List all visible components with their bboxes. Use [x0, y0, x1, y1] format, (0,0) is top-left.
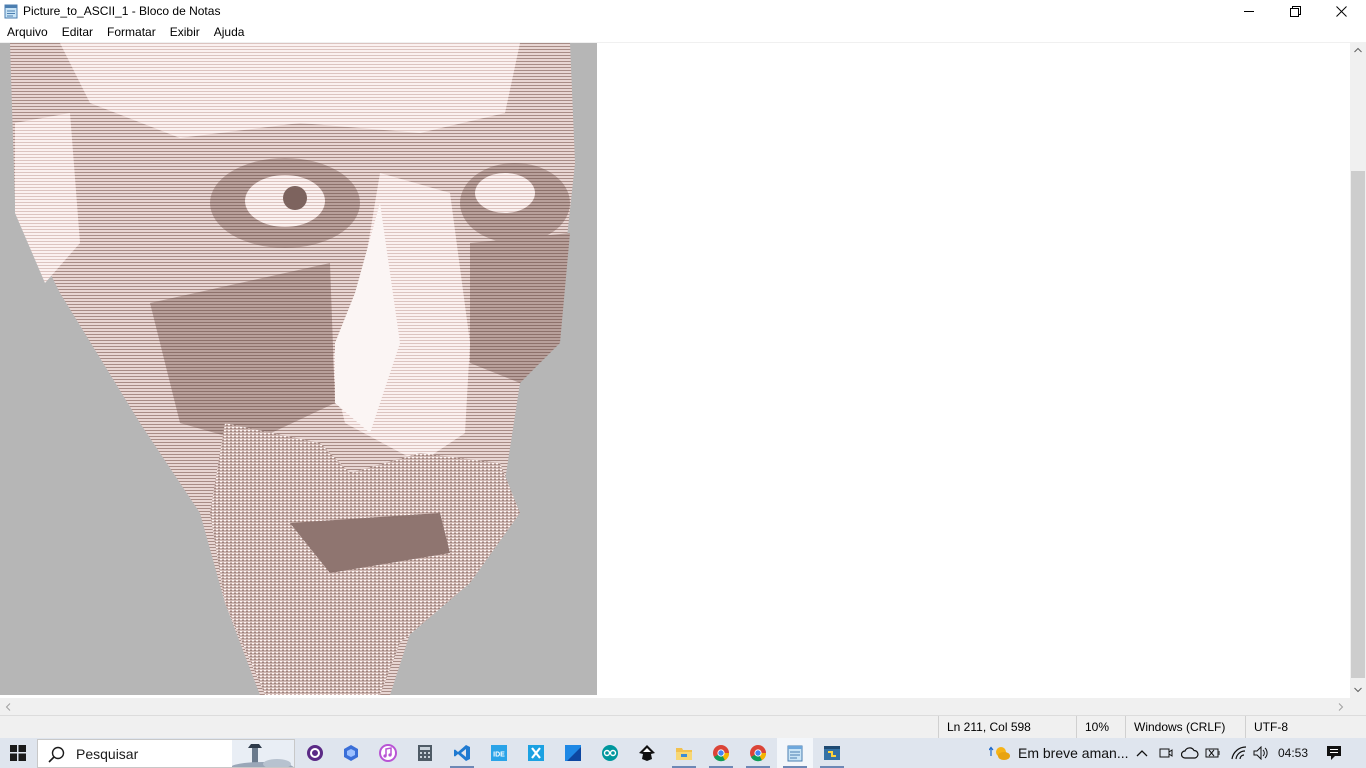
- line-ending: Windows (CRLF): [1125, 716, 1245, 739]
- scroll-down-arrow-icon[interactable]: [1354, 687, 1362, 693]
- horizontal-scrollbar[interactable]: [0, 698, 1350, 715]
- weather-text[interactable]: Em breve aman...: [1018, 745, 1129, 761]
- file-explorer-icon: [676, 748, 692, 760]
- chrome-profile-icon: [750, 745, 767, 762]
- taskbar-app-chrome-profile[interactable]: [740, 738, 776, 768]
- taskbar-app-notepad[interactable]: [777, 738, 813, 768]
- show-hidden-icons-button[interactable]: [1133, 738, 1151, 768]
- taskbar-search-box[interactable]: Pesquisar: [37, 739, 295, 768]
- menu-ajuda[interactable]: Ajuda: [207, 22, 252, 42]
- tray-device[interactable]: [1204, 738, 1224, 768]
- vertical-scroll-thumb[interactable]: [1351, 171, 1365, 678]
- close-button[interactable]: [1318, 0, 1364, 22]
- vertical-scrollbar[interactable]: [1350, 42, 1366, 698]
- text-editor-area[interactable]: [0, 42, 1350, 698]
- start-button[interactable]: [0, 738, 36, 768]
- chrome-icon: [713, 745, 730, 762]
- search-icon: [48, 746, 65, 763]
- scroll-left-arrow-icon[interactable]: [5, 703, 11, 711]
- tray-network[interactable]: [1230, 738, 1248, 768]
- taskbar-app-s[interactable]: [555, 738, 591, 768]
- taskbar-app-inkscape[interactable]: [629, 738, 665, 768]
- tray-meet-now[interactable]: [1157, 738, 1175, 768]
- weather-partly-sunny-icon: [989, 746, 1010, 760]
- minimize-icon: [1244, 11, 1254, 12]
- calculator-icon: [418, 745, 432, 761]
- taskbar-app-vscode[interactable]: [444, 738, 480, 768]
- menu-exibir[interactable]: Exibir: [163, 22, 207, 42]
- menu-bar: Arquivo Editar Formatar Exibir Ajuda: [0, 22, 1366, 42]
- title-bar[interactable]: Picture_to_ASCII_1 - Bloco de Notas: [0, 0, 1366, 22]
- window-title: Picture_to_ASCII_1 - Bloco de Notas: [23, 4, 221, 18]
- tray-volume[interactable]: [1252, 738, 1270, 768]
- vscode-icon: [454, 745, 470, 761]
- scroll-up-arrow-icon[interactable]: [1354, 47, 1362, 53]
- action-center-button[interactable]: [1322, 738, 1346, 768]
- ascii-art-portrait: [0, 43, 597, 695]
- svg-text:IDE: IDE: [493, 752, 505, 759]
- ide-icon: IDE: [491, 745, 507, 761]
- inkscape-icon: [639, 745, 655, 761]
- wifi-icon: [1231, 746, 1247, 760]
- taskbar-app-itunes[interactable]: [370, 738, 406, 768]
- status-bar: Ln 211, Col 598 10% Windows (CRLF) UTF-8: [0, 715, 1366, 739]
- notepad-icon: [787, 745, 803, 762]
- encoding: UTF-8: [1245, 716, 1366, 739]
- search-highlight-illustration: [232, 740, 294, 767]
- taskbar-app-ide[interactable]: IDE: [481, 738, 517, 768]
- menu-arquivo[interactable]: Arquivo: [0, 22, 55, 42]
- cloud-icon: [1181, 747, 1199, 759]
- speaker-volume-icon: [1253, 746, 1268, 760]
- close-icon: [1335, 5, 1347, 17]
- notifications-icon: [1327, 746, 1341, 760]
- obs-icon: [307, 745, 323, 761]
- taskbar-app-python-idle[interactable]: [814, 738, 850, 768]
- device-battery-icon: [1205, 748, 1220, 758]
- taskbar-app-calculator[interactable]: [407, 738, 443, 768]
- itunes-icon: [379, 744, 397, 762]
- windows-logo-icon: [10, 745, 26, 761]
- taskbar-clock[interactable]: 04:53: [1278, 746, 1308, 760]
- taskbar-app-x[interactable]: [518, 738, 554, 768]
- menu-editar[interactable]: Editar: [55, 22, 100, 42]
- weather-widget[interactable]: [986, 738, 1014, 768]
- scroll-right-arrow-icon[interactable]: [1338, 703, 1344, 711]
- taskbar-app-obs[interactable]: [297, 738, 333, 768]
- search-placeholder: Pesquisar: [76, 746, 139, 762]
- python-idle-icon: [824, 746, 840, 760]
- restore-icon: [1289, 5, 1301, 17]
- restore-button[interactable]: [1272, 0, 1318, 22]
- scrollbar-corner: [1350, 698, 1366, 715]
- minimize-button[interactable]: [1226, 0, 1272, 22]
- excel-x-icon: [528, 745, 544, 761]
- sublime-s-icon: [565, 745, 581, 761]
- menu-formatar[interactable]: Formatar: [100, 22, 163, 42]
- taskbar-app-chrome[interactable]: [703, 738, 739, 768]
- settings-cube-icon: [344, 745, 358, 761]
- camera-meet-icon: [1159, 748, 1173, 758]
- arduino-icon: [602, 745, 618, 761]
- zoom-level: 10%: [1076, 716, 1126, 739]
- notepad-app-icon: [4, 4, 18, 19]
- tray-onedrive[interactable]: [1180, 738, 1200, 768]
- taskbar: Pesquisar IDE Em breve aman... 04:53: [0, 738, 1366, 768]
- taskbar-app-file-explorer[interactable]: [666, 738, 702, 768]
- cursor-position: Ln 211, Col 598: [938, 716, 1076, 739]
- chevron-up-icon: [1136, 750, 1148, 757]
- taskbar-app-arduino[interactable]: [592, 738, 628, 768]
- taskbar-app-settings-cube[interactable]: [333, 738, 369, 768]
- notepad-window: Picture_to_ASCII_1 - Bloco de Notas Arqu…: [0, 0, 1366, 739]
